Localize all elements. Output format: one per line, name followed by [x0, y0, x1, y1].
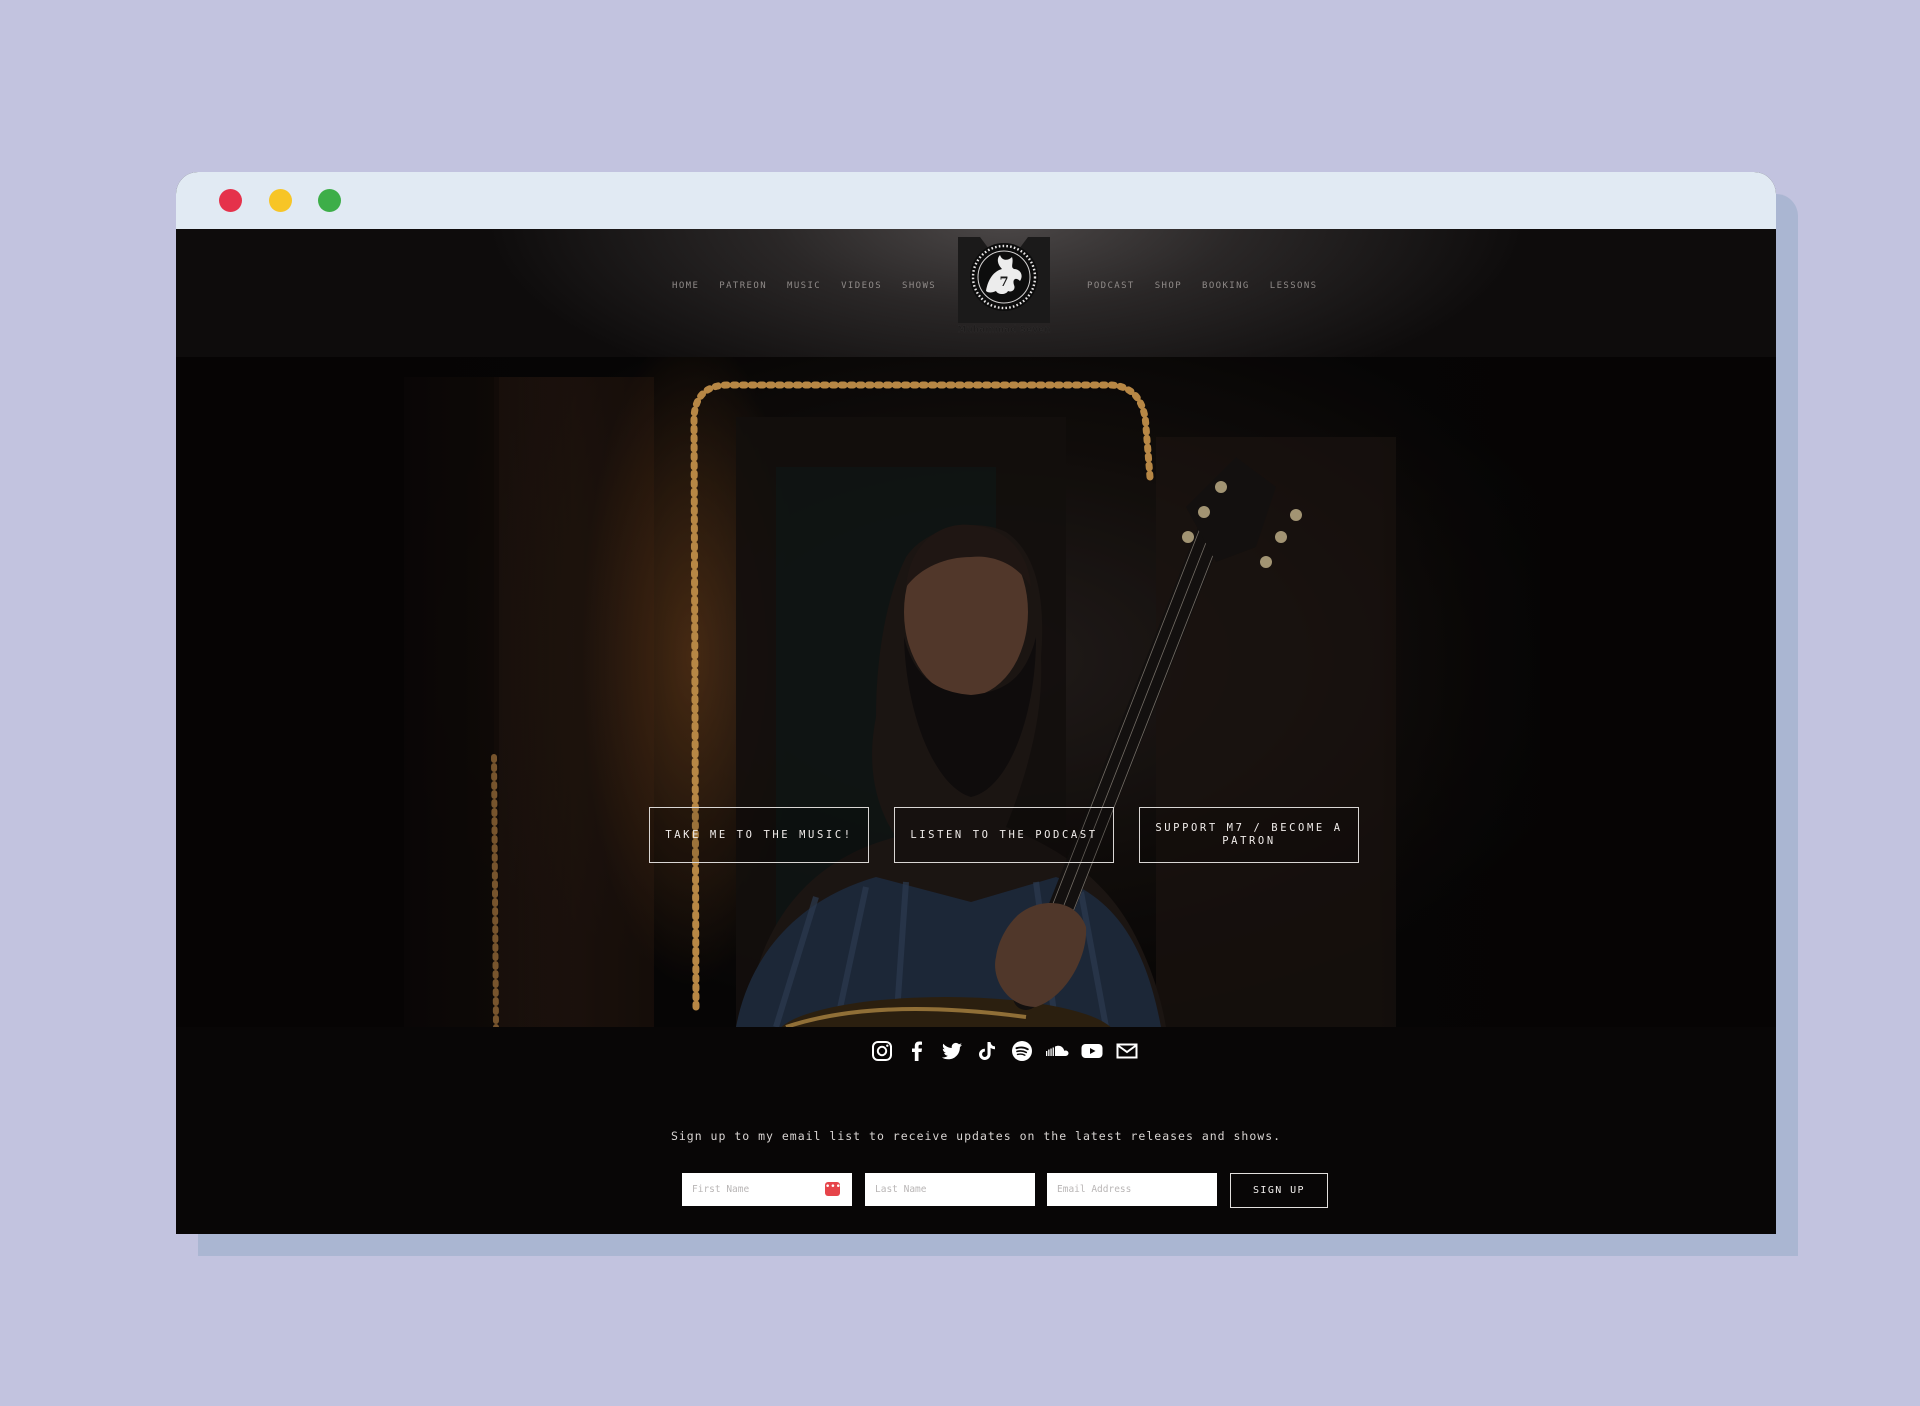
browser-window: HOME PATREON MUSIC VIDEOS SHOWS 7 Muhamm…: [176, 172, 1776, 1234]
title-bar: [176, 172, 1776, 229]
minimize-button[interactable]: [269, 189, 292, 212]
nav-lessons[interactable]: LESSONS: [1270, 281, 1318, 291]
cta-patron-button[interactable]: SUPPORT M7 / BECOME A PATRON: [1139, 807, 1359, 863]
last-name-field[interactable]: [865, 1173, 1035, 1206]
password-manager-icon[interactable]: •••: [825, 1182, 841, 1196]
website: HOME PATREON MUSIC VIDEOS SHOWS 7 Muhamm…: [176, 229, 1776, 1234]
site-logo[interactable]: 7 Muhammad Seven: [956, 235, 1052, 335]
nav-right: PODCAST SHOP BOOKING LESSONS: [1087, 281, 1317, 291]
twitter-icon[interactable]: [940, 1039, 964, 1063]
cta-music-button[interactable]: TAKE ME TO THE MUSIC!: [649, 807, 869, 863]
youtube-icon[interactable]: [1080, 1039, 1104, 1063]
soundcloud-icon[interactable]: [1045, 1039, 1069, 1063]
nav-videos[interactable]: VIDEOS: [841, 281, 882, 291]
nav-shop[interactable]: SHOP: [1155, 281, 1182, 291]
hero-image: [176, 357, 1776, 1027]
nav-shows[interactable]: SHOWS: [902, 281, 936, 291]
sign-up-button[interactable]: SIGN UP: [1230, 1173, 1328, 1208]
svg-text:Muhammad Seven: Muhammad Seven: [957, 325, 1050, 335]
close-button[interactable]: [219, 189, 242, 212]
maximize-button[interactable]: [318, 189, 341, 212]
email-field[interactable]: [1047, 1173, 1217, 1206]
email-icon[interactable]: [1115, 1039, 1139, 1063]
tiktok-icon[interactable]: [975, 1039, 999, 1063]
instagram-icon[interactable]: [870, 1039, 894, 1063]
facebook-icon[interactable]: [905, 1039, 929, 1063]
nav-patreon[interactable]: PATREON: [719, 281, 767, 291]
nav-booking[interactable]: BOOKING: [1202, 281, 1250, 291]
nav-music[interactable]: MUSIC: [787, 281, 821, 291]
social-links: [870, 1039, 1139, 1063]
nav-left: HOME PATREON MUSIC VIDEOS SHOWS: [672, 281, 936, 291]
nav-podcast[interactable]: PODCAST: [1087, 281, 1135, 291]
cta-podcast-button[interactable]: LISTEN TO THE PODCAST: [894, 807, 1114, 863]
nav-home[interactable]: HOME: [672, 281, 699, 291]
newsletter-description: Sign up to my email list to receive upda…: [670, 1129, 1282, 1143]
spotify-icon[interactable]: [1010, 1039, 1034, 1063]
svg-text:7: 7: [999, 275, 1008, 290]
